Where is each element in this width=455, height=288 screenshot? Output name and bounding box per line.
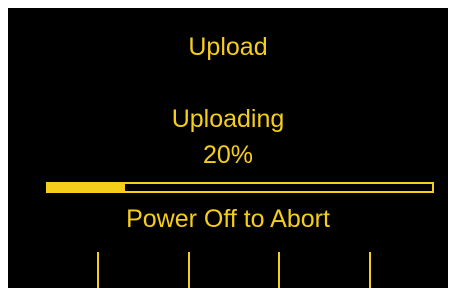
softkey-divider — [188, 252, 190, 288]
upload-progress-bar — [46, 182, 434, 193]
softkey-divider — [278, 252, 280, 288]
device-screen: Upload Uploading 20% Power Off to Abort — [8, 8, 448, 288]
softkey-divider — [369, 252, 371, 288]
softkey-divider — [97, 252, 99, 288]
softkey-bar — [8, 252, 448, 288]
upload-percent-text: 20% — [202, 141, 254, 169]
upload-progress-fill — [48, 184, 125, 191]
screen-title: Upload — [188, 33, 268, 61]
abort-hint-text: Power Off to Abort — [126, 205, 330, 233]
upload-status-text: Uploading — [171, 105, 285, 133]
